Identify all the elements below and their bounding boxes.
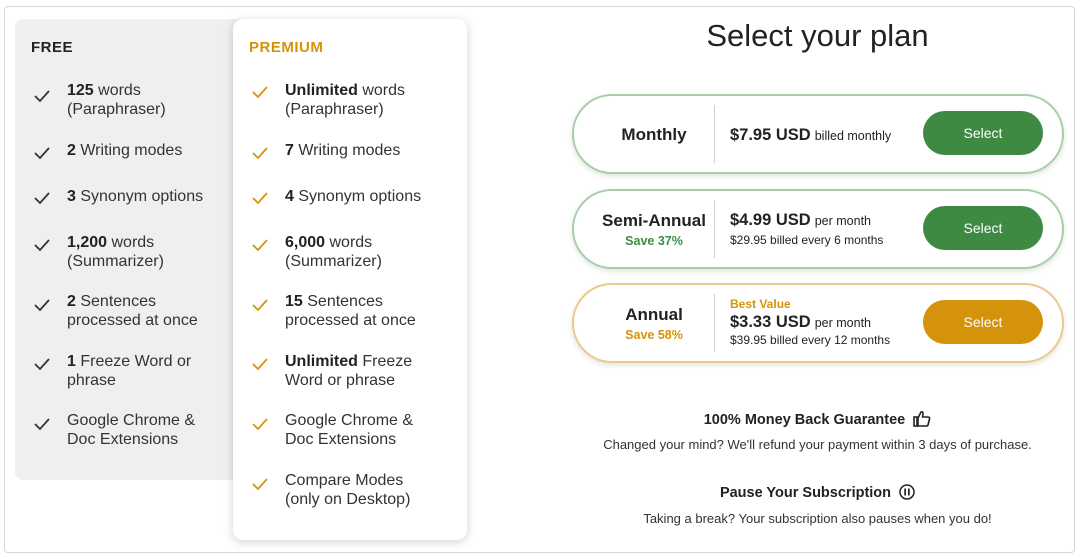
premium-feature-7: Google Chrome & Doc Extensions <box>285 412 414 448</box>
check-icon <box>252 192 268 205</box>
free-plan-card: FREE 125 words (Paraphraser) 2 Writing mo… <box>15 19 250 480</box>
plan-billing-note: $29.95 billed every 6 months <box>730 233 884 247</box>
divider <box>714 105 715 163</box>
premium-feature-6: Unlimited Freeze Word or phrase <box>285 353 413 389</box>
pause-heading: Pause Your Subscription <box>570 484 1065 501</box>
best-value-badge: Best Value <box>730 297 791 311</box>
plan-semi-annual[interactable]: Semi-Annual Save 37% $4.99 USD per month … <box>572 189 1064 269</box>
guarantee-text: Changed your mind? We'll refund your pay… <box>603 437 1032 452</box>
free-feature-5: 2 Sentences processed at once <box>67 293 198 329</box>
free-feature-3: 3 Synonym options <box>67 188 204 205</box>
divider <box>714 200 715 258</box>
premium-feature-5: 15 Sentences processed at once <box>285 293 416 329</box>
thumbs-up-icon <box>913 410 931 427</box>
free-feature-1: 125 words (Paraphraser) <box>67 82 166 118</box>
check-icon <box>34 358 50 371</box>
check-icon <box>252 358 268 371</box>
plan-monthly[interactable]: Monthly $7.95 USD billed monthly Select <box>572 94 1064 174</box>
premium-feature-3: 4 Synonym options <box>285 188 422 205</box>
check-icon <box>34 192 50 205</box>
plan-name: Annual <box>625 305 683 324</box>
check-icon <box>252 239 268 252</box>
guarantee-title: 100% Money Back Guarantee <box>703 412 906 428</box>
plan-savings: Save 58% <box>625 328 683 342</box>
check-icon <box>34 418 50 431</box>
check-icon <box>34 147 50 160</box>
check-icon <box>252 418 268 431</box>
free-feature-6: 1 Freeze Word or phrase <box>67 353 192 389</box>
premium-title: PREMIUM <box>249 39 324 56</box>
check-icon <box>34 299 50 312</box>
check-icon <box>252 86 268 99</box>
plan-price: $3.33 USD per month <box>730 313 871 331</box>
check-icon <box>252 478 268 491</box>
premium-feature-1: Unlimited words (Paraphraser) <box>285 82 406 118</box>
plan-savings: Save 37% <box>625 234 683 248</box>
free-feature-4: 1,200 words (Summarizer) <box>67 234 164 270</box>
plan-name: Monthly <box>621 125 687 144</box>
select-annual-button[interactable]: Select <box>923 300 1043 344</box>
check-icon <box>34 90 50 103</box>
plan-name: Semi-Annual <box>602 211 706 230</box>
select-monthly-button[interactable]: Select <box>923 111 1043 155</box>
select-semi-annual-button[interactable]: Select <box>923 206 1043 250</box>
page-title: Select your plan <box>706 18 929 53</box>
free-feature-7: Google Chrome & Doc Extensions <box>67 412 196 448</box>
pause-text: Taking a break? Your subscription also p… <box>643 511 992 526</box>
plan-billing-note: $39.95 billed every 12 months <box>730 333 891 347</box>
check-icon <box>34 239 50 252</box>
check-icon <box>252 147 268 160</box>
guarantee-heading: 100% Money Back Guarantee <box>570 410 1065 428</box>
divider <box>714 294 715 352</box>
free-feature-2: 2 Writing modes <box>67 142 183 159</box>
premium-feature-8: Compare Modes (only on Desktop) <box>285 472 411 508</box>
plan-annual[interactable]: Annual Save 58% Best Value $3.33 USD per … <box>572 283 1064 363</box>
pause-icon <box>899 484 915 500</box>
plan-price: $4.99 USD per month <box>730 211 871 229</box>
plan-price: $7.95 USD billed monthly <box>730 126 892 144</box>
premium-feature-4: 6,000 words (Summarizer) <box>285 234 382 270</box>
premium-feature-2: 7 Writing modes <box>285 142 401 159</box>
pause-title: Pause Your Subscription <box>719 485 892 501</box>
free-title: FREE <box>31 39 74 56</box>
check-icon <box>252 299 268 312</box>
premium-plan-card: PREMIUM Unlimited words (Paraphraser) 7 W… <box>233 19 467 540</box>
